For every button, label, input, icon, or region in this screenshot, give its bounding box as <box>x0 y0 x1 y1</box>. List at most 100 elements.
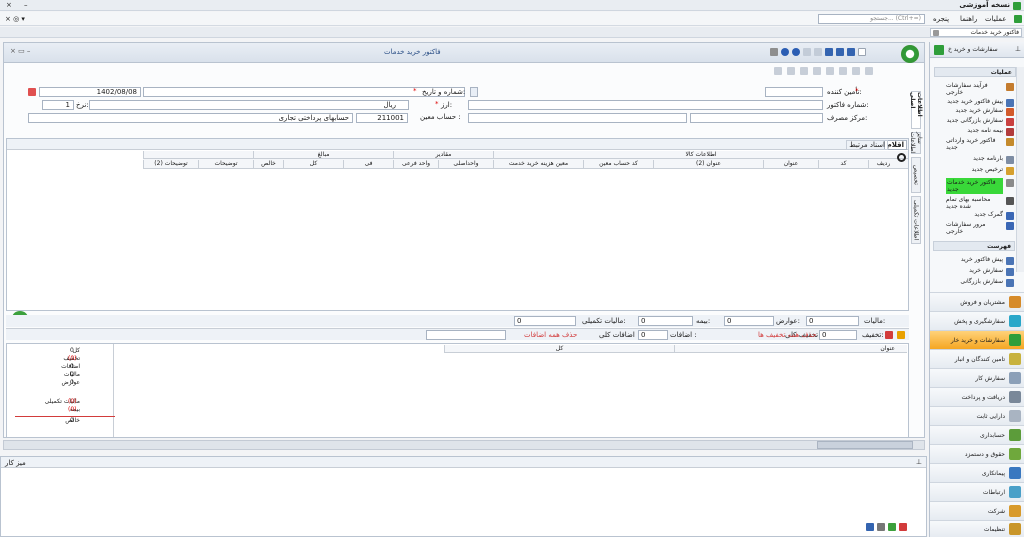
nav-order-taking[interactable]: سفارشگیری و پخش <box>930 311 1024 330</box>
list-group-header[interactable]: فهرست <box>933 241 1015 251</box>
info-icon[interactable] <box>792 48 800 56</box>
cost-center-name-input[interactable] <box>468 113 687 123</box>
extras-note-input[interactable] <box>426 330 506 340</box>
right-panel-pin-icon[interactable]: ⊥ <box>1015 45 1021 53</box>
list-purchase-order[interactable]: سفارش خرید <box>946 267 1014 276</box>
col-service-cost-account[interactable]: معین هزینه خرید خدمت <box>493 160 583 168</box>
col-secondary-unit[interactable]: واحد فرعی <box>393 160 438 168</box>
col-description[interactable]: توضیحات <box>198 160 253 168</box>
remove-all-discounts-button[interactable]: حذف همه تخفیف ها <box>758 331 817 339</box>
operations-scrollbar[interactable] <box>1016 67 1024 272</box>
tab-other-info[interactable]: سایر اطلاعات <box>909 132 923 154</box>
report-icon[interactable] <box>865 67 873 75</box>
nav-receipts-payments[interactable]: دریافت و پرداخت <box>930 387 1024 406</box>
account-code-input[interactable]: 211001 <box>356 113 408 123</box>
nav-company[interactable]: شرکت <box>930 501 1024 520</box>
col-unit-price[interactable]: فی <box>343 160 393 168</box>
nav-customers-sales[interactable]: مشتریان و فروش <box>930 292 1024 311</box>
col-main-unit[interactable]: واحداصلی <box>438 160 493 168</box>
new-icon[interactable] <box>858 48 866 56</box>
worktray-pin-icon[interactable]: ⊥ <box>916 458 922 466</box>
op-new-proforma[interactable]: پیش فاکتور خرید جدید <box>946 98 1014 107</box>
insurance-input[interactable]: 0 <box>638 316 693 326</box>
nav-foreign-orders[interactable]: سفارشات و خرید خار <box>930 330 1024 349</box>
more-icon[interactable] <box>770 48 778 56</box>
grid-search-icon[interactable] <box>897 153 906 162</box>
menu-help[interactable]: راهنما <box>960 15 977 23</box>
cost-center-input[interactable] <box>690 113 823 123</box>
nav-settings[interactable]: تنظیمات <box>930 520 1024 537</box>
nav-fixed-assets[interactable]: دارایی ثابت <box>930 406 1024 425</box>
col-title[interactable]: عنوان <box>763 160 818 168</box>
op-review-foreign-orders[interactable]: مرور سفارشات خارجی <box>946 221 1014 235</box>
supplier-dropdown[interactable] <box>470 87 478 97</box>
prev-icon[interactable] <box>774 67 782 75</box>
nav-suppliers-warehouse[interactable]: تامین کنندگان و انبار <box>930 349 1024 368</box>
nav-communications[interactable]: ارتباطات <box>930 482 1024 501</box>
extras-input[interactable]: 0 <box>638 330 668 340</box>
settings-icon[interactable] <box>866 523 874 531</box>
nav-payroll[interactable]: حقوق و دستمزد <box>930 444 1024 463</box>
remove-all-extras-button[interactable]: حذف همه اضافات <box>524 331 577 339</box>
save-close-icon[interactable] <box>847 48 855 56</box>
col-title-2[interactable]: عنوان (2) <box>653 160 763 168</box>
search-input[interactable]: جستجو... (Ctrl+=) <box>818 14 925 24</box>
tab-main-info[interactable]: اطلاعات اصلی <box>909 91 923 129</box>
col-description-2[interactable]: توضیحات (2) <box>143 160 198 168</box>
form-close-button[interactable]: × ▭ – <box>10 47 30 55</box>
doc-tab[interactable]: فاکتور خرید خدمات <box>930 28 1022 37</box>
col-code[interactable]: کد <box>818 160 868 168</box>
vat-input[interactable]: 0 <box>806 316 859 326</box>
items-grid[interactable]: اقلام اسناد مرتبط مبالغ مقادیر اطلاعات ک… <box>6 138 909 311</box>
list-proforma[interactable]: پیش فاکتور خرید <box>946 256 1014 265</box>
dropdown-icon[interactable] <box>877 523 885 531</box>
supplier-code-input[interactable] <box>765 87 823 97</box>
form-hscroll[interactable] <box>3 440 925 450</box>
first-icon[interactable] <box>800 67 808 75</box>
menu-operations[interactable]: عملیات <box>985 15 1006 23</box>
rate-input[interactable]: 1 <box>42 100 74 110</box>
date-input[interactable]: 1402/08/08 <box>39 87 141 97</box>
col-lower-title[interactable]: عنوان <box>674 345 907 353</box>
flag-icon[interactable] <box>852 67 860 75</box>
save-new-icon[interactable] <box>836 48 844 56</box>
scroll-thumb[interactable] <box>817 441 913 449</box>
lower-grid[interactable]: کل عنوان <box>113 344 908 437</box>
op-new-customs[interactable]: گمرک جدید <box>946 211 1014 220</box>
tab-extra-info[interactable]: اطلاعات تکمیلی <box>911 196 921 244</box>
account-name-input[interactable]: حسابهای پرداختی تجاری <box>28 113 353 123</box>
extra-vat-input[interactable]: 0 <box>514 316 576 326</box>
col-lower-total[interactable]: کل <box>444 345 674 353</box>
close-icon[interactable] <box>933 29 939 36</box>
list-commercial-order[interactable]: سفارش بازرگانی <box>946 278 1014 287</box>
col-account-code[interactable]: کد حساب معین <box>583 160 653 168</box>
nav-work-order[interactable]: سفارش کار <box>930 368 1024 387</box>
remove-discount-icon[interactable] <box>885 331 893 339</box>
copy-icon[interactable] <box>814 48 822 56</box>
op-new-purchase-order[interactable]: سفارش خرید جدید <box>946 107 1014 116</box>
last-icon[interactable] <box>813 67 821 75</box>
op-new-bill-of-lading[interactable]: بارنامه جدید <box>946 155 1014 164</box>
op-new-import-invoice[interactable]: فاکتور خرید وارداتی جدید <box>946 137 1014 151</box>
invoice-no-input[interactable] <box>468 100 823 110</box>
grid-icon[interactable] <box>803 48 811 56</box>
window-close-button[interactable]: × <box>6 1 12 9</box>
col-net[interactable]: خالص <box>253 160 283 168</box>
cancel-icon[interactable] <box>899 523 907 531</box>
op-new-clearance[interactable]: ترخیص جدید <box>946 166 1014 175</box>
op-foreign-order-process[interactable]: فرآیند سفارشات خارجی <box>946 82 1014 96</box>
op-new-commercial-order[interactable]: سفارش بازرگانی جدید <box>946 117 1014 126</box>
col-total[interactable]: کل <box>283 160 343 168</box>
help-icon[interactable] <box>781 48 789 56</box>
nav-accounting[interactable]: حسابداری <box>930 425 1024 444</box>
total-extras-button[interactable]: اضافات کلی <box>599 331 635 339</box>
menu-window[interactable]: پنجره <box>933 15 949 23</box>
tab-allocation[interactable]: تخصیص <box>911 157 921 193</box>
add-discount-icon[interactable] <box>897 331 905 339</box>
col-row[interactable]: ردیف <box>868 160 898 168</box>
save-icon[interactable] <box>825 48 833 56</box>
calendar-icon[interactable] <box>28 88 36 96</box>
op-new-service-invoice[interactable]: فاکتور خرید خدمات جدید <box>946 178 1014 194</box>
attach-icon[interactable] <box>839 67 847 75</box>
window-minimize-button[interactable]: – <box>24 1 28 9</box>
